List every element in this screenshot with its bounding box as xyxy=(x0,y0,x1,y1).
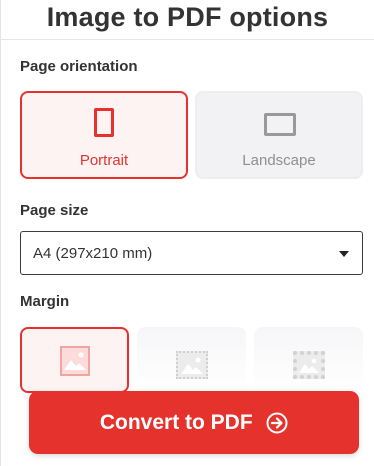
chevron-down-icon xyxy=(339,251,349,257)
convert-button-label: Convert to PDF xyxy=(99,411,253,434)
orientation-label: Page orientation xyxy=(20,58,138,75)
orientation-option-portrait[interactable]: Portrait xyxy=(20,91,188,179)
orientation-option-label: Portrait xyxy=(79,152,129,169)
landscape-page-icon xyxy=(264,113,296,136)
margin-option-no-margin[interactable] xyxy=(20,327,129,393)
page-size-select[interactable]: A4 (297x210 mm) xyxy=(20,231,363,275)
page-size-selected-value: A4 (297x210 mm) xyxy=(33,245,153,262)
image-to-pdf-options-panel: Image to PDF options Page orientation Po… xyxy=(0,0,374,466)
portrait-page-icon xyxy=(94,108,114,137)
page-title: Image to PDF options xyxy=(46,2,329,32)
image-icon xyxy=(60,346,90,376)
margin-option-big-margin[interactable] xyxy=(254,327,363,393)
page-size-label: Page size xyxy=(20,202,89,219)
image-icon xyxy=(176,351,208,379)
image-icon xyxy=(293,351,325,379)
margin-label: Margin xyxy=(20,293,70,310)
arrow-right-circle-icon xyxy=(266,412,288,434)
orientation-option-landscape[interactable]: Landscape xyxy=(195,91,363,179)
panel-header: Image to PDF options xyxy=(1,0,374,40)
margin-option-small-margin[interactable] xyxy=(137,327,246,393)
orientation-option-label: Landscape xyxy=(242,152,316,169)
convert-to-pdf-button[interactable]: Convert to PDF xyxy=(29,391,359,454)
